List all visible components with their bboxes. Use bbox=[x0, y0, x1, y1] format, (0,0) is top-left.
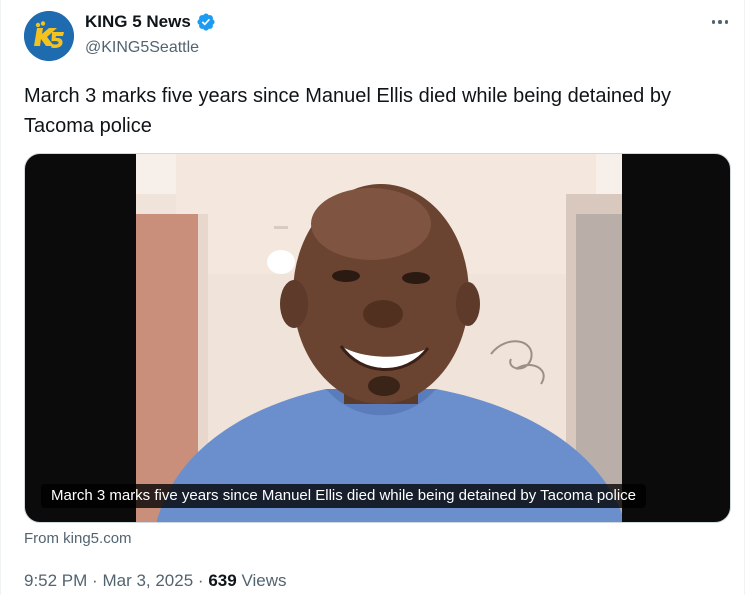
king5-logo-icon bbox=[24, 11, 74, 61]
tweet-date[interactable]: Mar 3, 2025 bbox=[102, 571, 193, 590]
more-dots-icon bbox=[718, 20, 722, 24]
meta-separator: · bbox=[197, 571, 204, 590]
views-count: 639 bbox=[208, 571, 237, 590]
author-handle[interactable]: @KING5Seattle bbox=[85, 38, 199, 58]
avatar[interactable] bbox=[24, 11, 74, 61]
link-source[interactable]: From king5.com bbox=[24, 530, 132, 548]
portrait-photo bbox=[136, 154, 622, 522]
meta-separator: · bbox=[92, 571, 98, 590]
verified-badge-icon[interactable] bbox=[196, 12, 216, 32]
views-label: Views bbox=[241, 571, 287, 590]
media-caption: March 3 marks five years since Manuel El… bbox=[41, 484, 647, 508]
left-divider bbox=[0, 0, 1, 595]
more-dots-icon bbox=[724, 20, 729, 24]
media-card[interactable]: March 3 marks five years since Manuel El… bbox=[24, 153, 731, 523]
tweet-meta: 9:52 PM · Mar 3, 2025 · 639 Views bbox=[24, 571, 286, 591]
author-display-name[interactable]: KING 5 News bbox=[85, 12, 191, 32]
tweet-time[interactable]: 9:52 PM bbox=[24, 571, 87, 590]
video-thumbnail-photo bbox=[136, 154, 622, 522]
tweet-text: March 3 marks five years since Manuel El… bbox=[24, 85, 671, 137]
author-name-row: KING 5 News bbox=[85, 12, 216, 32]
more-options-button[interactable] bbox=[706, 12, 734, 32]
more-dots-icon bbox=[711, 20, 716, 24]
